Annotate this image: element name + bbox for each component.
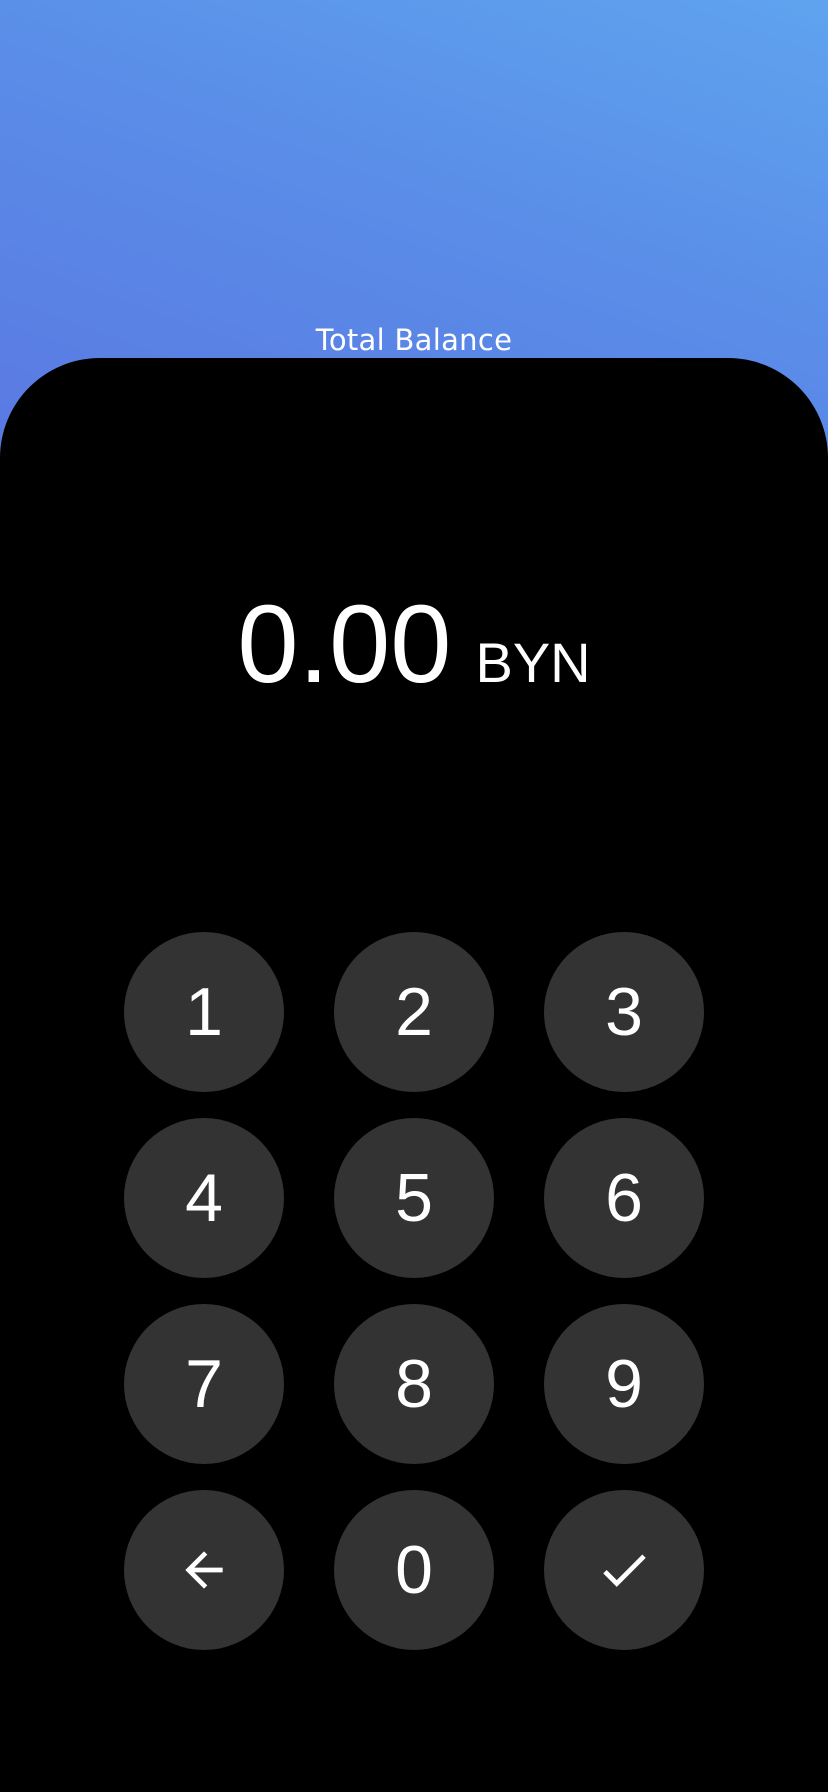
key-7[interactable]: 7 <box>124 1304 284 1464</box>
key-9[interactable]: 9 <box>544 1304 704 1464</box>
amount-value: 0.00 <box>237 583 452 706</box>
arrow-left-icon <box>185 1551 223 1589</box>
key-2[interactable]: 2 <box>334 932 494 1092</box>
key-3[interactable]: 3 <box>544 932 704 1092</box>
check-icon <box>603 1554 646 1587</box>
key-6[interactable]: 6 <box>544 1118 704 1278</box>
confirm-button[interactable] <box>544 1490 704 1650</box>
key-1[interactable]: 1 <box>124 932 284 1092</box>
key-8[interactable]: 8 <box>334 1304 494 1464</box>
page-title: Total Balance <box>315 323 513 357</box>
key-5[interactable]: 5 <box>334 1118 494 1278</box>
number-keypad: 1 2 3 4 5 6 7 8 9 0 <box>124 932 704 1650</box>
key-0[interactable]: 0 <box>334 1490 494 1650</box>
key-4[interactable]: 4 <box>124 1118 284 1278</box>
amount-display: 0.00 BYN <box>0 580 828 710</box>
currency-label: BYN <box>475 631 591 694</box>
backspace-button[interactable] <box>124 1490 284 1650</box>
